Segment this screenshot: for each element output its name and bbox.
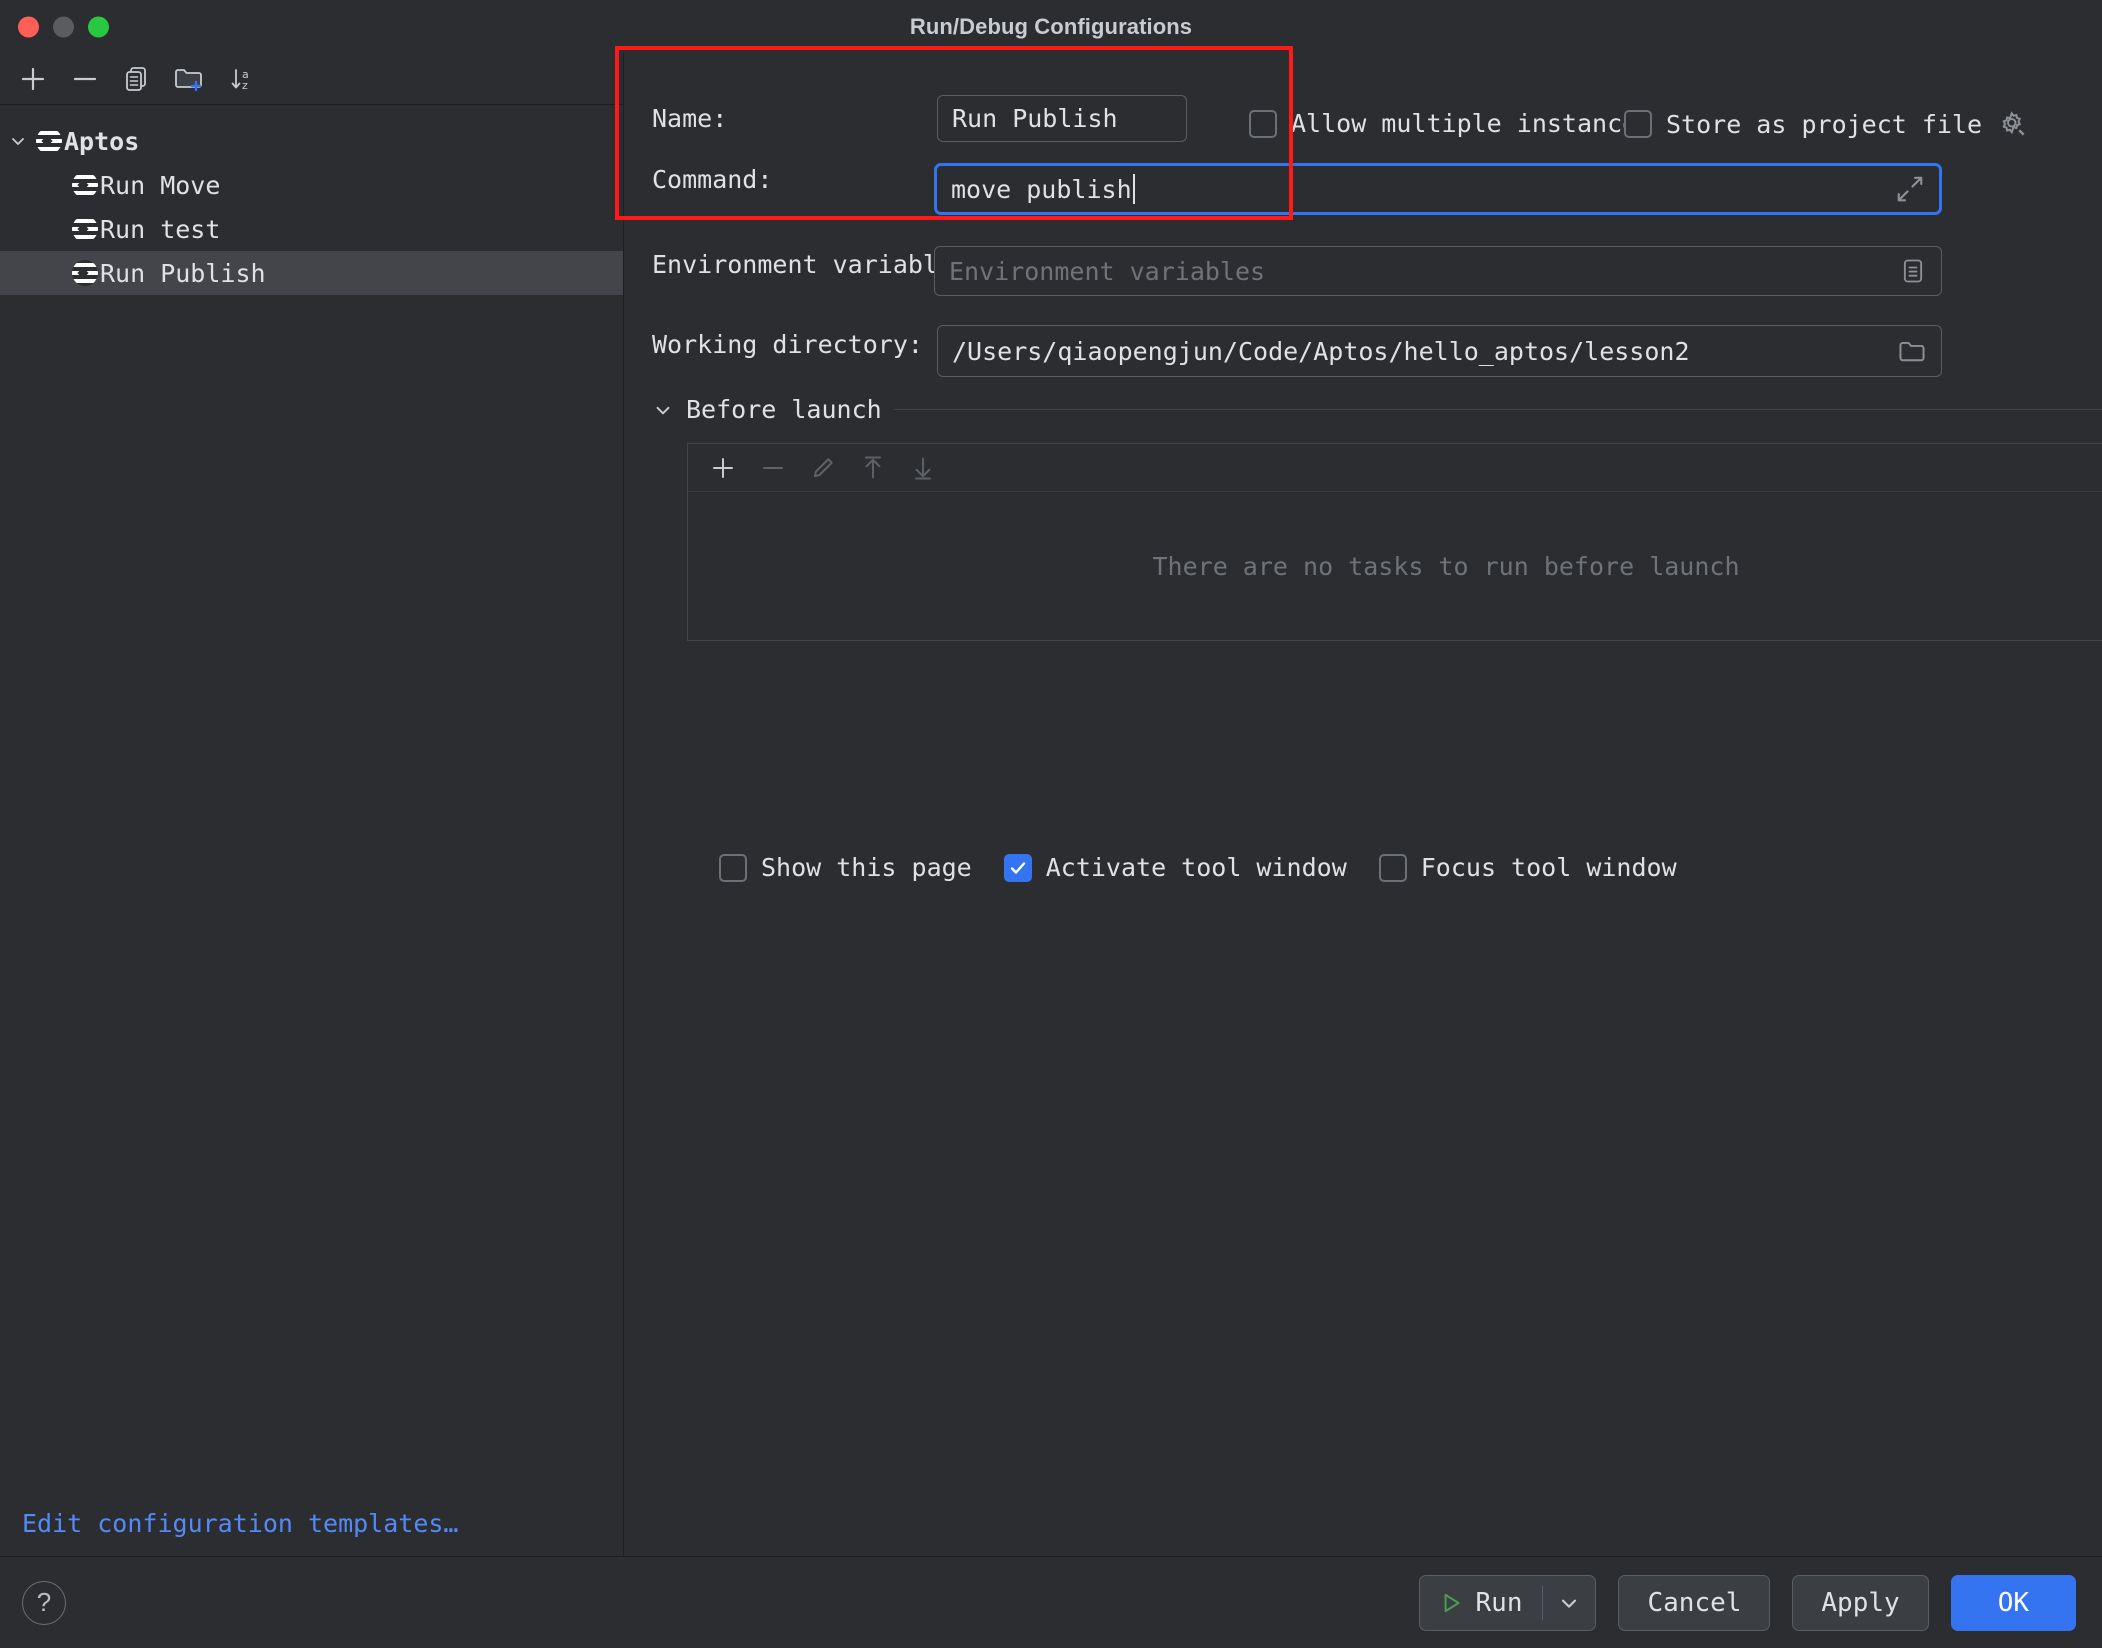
allow-multiple-instances-label: Allow multiple instances [1291,109,1653,138]
name-input[interactable]: Run Publish [937,95,1187,142]
dialog-body: a z Aptos Run Move Run test Run Publish … [0,46,2102,1556]
move-task-down-button [900,448,946,488]
tree-node-aptos[interactable]: Aptos [0,119,623,163]
ok-button-label: OK [1997,1587,2029,1618]
store-as-project-file-label: Store as project file [1666,109,1983,139]
run-debug-configurations-dialog: Run/Debug Configurations a z Aptos Run M… [0,0,2102,1648]
name-label: Name: [652,104,728,133]
focus-tool-window-checkbox[interactable]: Focus tool window [1378,853,1677,882]
tree-node-label: Run test [100,214,221,244]
tree-node-label: Aptos [64,126,140,156]
before-launch-header[interactable]: Before launch [652,395,2102,424]
sort-configurations-button[interactable]: a z [218,59,264,99]
close-window-button[interactable] [18,16,39,37]
checkbox-box[interactable] [1249,109,1277,138]
tree-node-label: Run Move [100,170,221,200]
activate-tool-window-label: Activate tool window [1045,853,1347,882]
remove-task-button [750,448,796,488]
focus-tool-window-label: Focus tool window [1420,853,1677,882]
working-directory-value: /Users/qiaopengjun/Code/Aptos/hello_apto… [952,336,1690,366]
minimize-window-button[interactable] [53,16,74,37]
run-button[interactable]: Run [1418,1574,1597,1631]
cancel-button[interactable]: Cancel [1618,1574,1771,1631]
expand-diagonal-icon[interactable] [1885,174,1925,204]
apply-button-label: Apply [1821,1587,1900,1618]
working-directory-input[interactable]: /Users/qiaopengjun/Code/Aptos/hello_apto… [937,325,1942,377]
aptos-icon [36,128,62,154]
environment-variables-placeholder: Environment variables [949,256,1266,286]
show-this-page-label: Show this page [761,853,972,882]
name-input-value: Run Publish [952,104,1118,133]
environment-variables-input[interactable]: Environment variables [934,246,1942,296]
allow-multiple-instances-checkbox[interactable]: Allow multiple instances [1249,109,1652,138]
dialog-title: Run/Debug Configurations [909,13,1193,39]
tree-node-run-move[interactable]: Run Move [0,163,623,207]
configurations-toolbar: a z [0,53,623,105]
configurations-tree[interactable]: Aptos Run Move Run test Run Publish [0,105,623,1490]
configuration-editor-pane: Name: Run Publish Allow multiple instanc… [615,46,2102,1556]
ok-button[interactable]: OK [1950,1574,2076,1631]
command-row: Command: [652,165,892,194]
section-divider [893,409,2102,410]
svg-text:z: z [242,79,248,92]
new-folder-button[interactable] [166,59,212,99]
activate-tool-window-checkbox[interactable]: Activate tool window [1003,853,1347,882]
command-input[interactable]: move publish [934,163,1942,215]
command-label: Command: [652,165,773,194]
run-button-label: Run [1475,1587,1523,1618]
aptos-icon [72,172,98,198]
store-as-project-file-checkbox[interactable]: Store as project file [1624,109,2028,139]
add-configuration-button[interactable] [10,59,56,99]
aptos-icon [72,260,98,286]
maximize-window-button[interactable] [88,16,109,37]
text-caret [1132,174,1135,204]
add-task-button[interactable] [700,448,746,488]
before-launch-tasks-panel: There are no tasks to run before launch [687,443,2102,641]
checkbox-box[interactable] [719,853,747,882]
help-label: ? [36,1587,52,1617]
move-task-up-button [850,448,896,488]
checkbox-box[interactable] [1003,853,1032,882]
edit-configuration-templates-link[interactable]: Edit configuration templates… [0,1490,623,1556]
checkbox-box[interactable] [1378,853,1407,882]
tree-node-run-test[interactable]: Run test [0,207,623,251]
dialog-footer: ? Run Cancel Apply OK [0,1556,2102,1648]
copy-configuration-button[interactable] [114,59,160,99]
before-launch-options: Show this page Activate tool window Focu… [719,853,1677,882]
tree-node-run-publish[interactable]: Run Publish [0,251,623,295]
title-bar: Run/Debug Configurations [0,0,2102,53]
checkbox-box[interactable] [1624,110,1652,138]
command-input-value: move publish [951,174,1132,204]
configurations-pane: a z Aptos Run Move Run test Run Publish … [0,53,624,1556]
edit-configuration-templates-label: Edit configuration templates… [22,1508,459,1538]
aptos-icon [72,216,98,242]
remove-configuration-button[interactable] [62,59,108,99]
before-launch-toolbar [688,444,2102,492]
window-controls [18,16,109,37]
apply-button[interactable]: Apply [1792,1574,1929,1631]
before-launch-title: Before launch [686,395,882,424]
chevron-down-icon[interactable] [0,131,36,151]
help-button[interactable]: ? [22,1580,66,1625]
show-this-page-checkbox[interactable]: Show this page [719,853,972,882]
gear-icon[interactable] [1998,109,2028,139]
list-document-icon[interactable] [1889,257,1927,285]
name-row: Name: Run Publish [652,95,1187,142]
cancel-button-label: Cancel [1647,1587,1742,1618]
configuration-form: Name: Run Publish Allow multiple instanc… [615,46,2102,1556]
pencil-icon [800,448,846,488]
run-dropdown-button[interactable] [1543,1576,1595,1630]
before-launch-empty-message: There are no tasks to run before launch [1152,551,1740,581]
run-button-main[interactable]: Run [1420,1576,1543,1630]
tree-node-label: Run Publish [100,258,266,288]
play-triangle-icon [1438,1590,1464,1616]
folder-icon[interactable] [1887,337,1927,365]
chevron-down-icon[interactable] [652,399,674,421]
